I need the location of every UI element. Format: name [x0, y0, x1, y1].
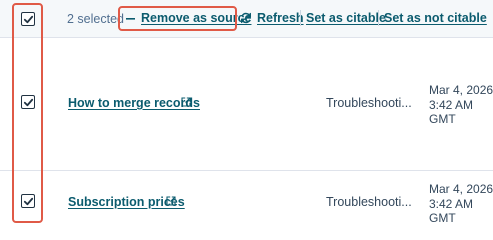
row-date-day: Mar 4, 2026	[429, 182, 493, 196]
refresh-icon[interactable]	[240, 12, 252, 24]
row-date-timezone: GMT	[429, 112, 456, 126]
toolbar-divider	[378, 10, 379, 26]
refresh-button[interactable]: Refresh	[257, 11, 304, 25]
row-divider	[0, 170, 493, 171]
row-date: Mar 4, 2026 3:42 AM GMT	[429, 83, 493, 127]
row-date-timezone: GMT	[429, 211, 456, 225]
checkmark-icon	[23, 98, 33, 106]
row-checkbox[interactable]	[21, 194, 35, 208]
row-category: Troubleshooti...	[326, 96, 412, 110]
external-link-icon[interactable]	[166, 196, 176, 206]
checkmark-icon	[23, 197, 33, 205]
select-all-checkbox[interactable]	[21, 12, 35, 26]
external-link-icon[interactable]	[181, 97, 191, 107]
set-as-citable-button[interactable]: Set as citable	[306, 11, 386, 25]
remove-as-source-button[interactable]: Remove as source	[141, 11, 251, 25]
minus-icon[interactable]	[126, 18, 135, 20]
row-checkbox[interactable]	[21, 95, 35, 109]
set-as-not-citable-button[interactable]: Set as not citable	[384, 11, 487, 25]
row-category: Troubleshooti...	[326, 195, 412, 209]
row-date-time: 3:42 AM	[429, 196, 474, 211]
toolbar-divider	[300, 10, 301, 26]
checkmark-icon	[23, 15, 33, 23]
selected-count: 2 selected	[67, 12, 124, 26]
row-date-day: Mar 4, 2026	[429, 83, 493, 97]
bulk-actions-table: 2 selected Remove as source Refresh Set …	[0, 0, 493, 226]
row-date-time: 3:42 AM	[429, 97, 474, 112]
row-date: Mar 4, 2026 3:42 AM GMT	[429, 182, 493, 226]
